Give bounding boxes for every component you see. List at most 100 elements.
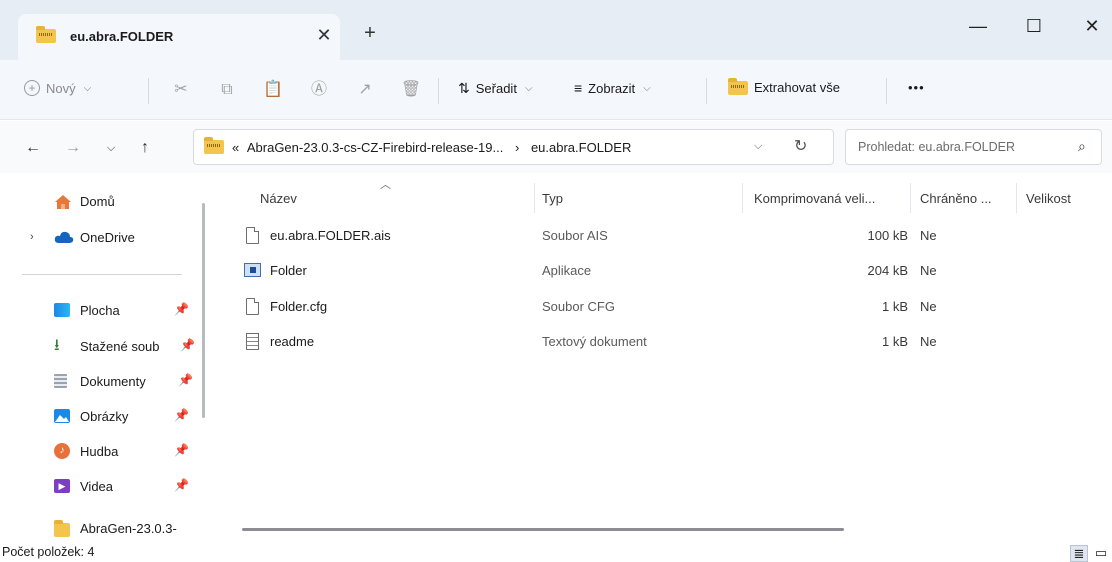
- breadcrumb-parent[interactable]: AbraGen-23.0.3-cs-CZ-Firebird-release-19…: [247, 140, 503, 155]
- pin-icon[interactable]: 📌: [174, 478, 189, 492]
- toolbar-divider: [706, 78, 707, 104]
- pin-icon[interactable]: 📌: [180, 338, 195, 352]
- sidebar-item-downloads[interactable]: ⭳ Stažené soub 📌: [0, 331, 200, 361]
- file-type: Aplikace: [542, 263, 592, 278]
- refresh-icon[interactable]: ↻: [794, 136, 807, 156]
- view-button[interactable]: ≡ Zobrazit ⌵: [574, 80, 651, 96]
- file-protected: Ne: [920, 263, 937, 278]
- file-protected: Ne: [920, 334, 937, 349]
- sort-button-label: Seřadit: [475, 81, 517, 96]
- download-icon: ⭳: [54, 337, 60, 354]
- sidebar-item-home[interactable]: Domů: [0, 186, 200, 216]
- column-header-size[interactable]: Velikost: [1026, 191, 1071, 206]
- status-bar: Počet položek: 4 ≣ ▭: [0, 545, 1112, 562]
- generic-file-icon: [246, 227, 259, 244]
- pin-icon[interactable]: 📌: [178, 373, 193, 387]
- pin-icon[interactable]: 📌: [174, 408, 189, 422]
- file-row[interactable]: Folder Aplikace 204 kB Ne: [232, 254, 1102, 288]
- column-divider[interactable]: [910, 183, 911, 213]
- address-dropdown-icon[interactable]: ⌵: [754, 140, 762, 153]
- minimize-button[interactable]: —: [958, 10, 998, 42]
- breadcrumb-current[interactable]: eu.abra.FOLDER: [531, 140, 631, 155]
- sidebar-item-abragen-folder[interactable]: AbraGen-23.0.3-: [0, 513, 200, 543]
- pin-icon[interactable]: 📌: [174, 443, 189, 457]
- sidebar-item-pictures[interactable]: Obrázky 📌: [0, 401, 200, 431]
- search-icon[interactable]: ⌕: [1078, 138, 1086, 155]
- sidebar-divider: [22, 274, 182, 275]
- file-protected: Ne: [920, 228, 937, 243]
- close-window-button[interactable]: ✕: [1072, 10, 1112, 42]
- plus-circle-icon: +: [24, 80, 40, 96]
- toolbar-divider: [148, 78, 149, 104]
- delete-icon[interactable]: 🗑: [400, 79, 422, 101]
- file-compressed-size: 100 kB: [867, 228, 908, 243]
- file-name: Folder: [270, 263, 307, 278]
- horizontal-scrollbar[interactable]: [242, 528, 844, 531]
- back-arrow-icon[interactable]: ←: [22, 137, 44, 159]
- file-compressed-size: 204 kB: [867, 263, 908, 278]
- recent-locations-chevron-icon[interactable]: ⌵: [100, 137, 122, 159]
- file-type: Soubor AIS: [542, 228, 608, 243]
- folder-icon: [54, 520, 70, 537]
- file-row[interactable]: readme Textový dokument 1 kB Ne: [232, 325, 1102, 359]
- tab-close-button[interactable]: ✕: [314, 25, 334, 46]
- view-button-label: Zobrazit: [588, 80, 636, 96]
- sidebar-item-videos[interactable]: ▶ Videa 📌: [0, 471, 200, 501]
- video-icon: ▶: [54, 479, 70, 493]
- column-divider[interactable]: [534, 183, 535, 213]
- file-protected: Ne: [920, 299, 937, 314]
- file-row[interactable]: Folder.cfg Soubor CFG 1 kB Ne: [232, 290, 1102, 324]
- expand-chevron-icon[interactable]: ›: [30, 231, 34, 243]
- text-document-icon: [246, 333, 259, 350]
- extract-all-button[interactable]: Extrahovat vše: [728, 77, 840, 95]
- music-icon: ♪: [54, 443, 70, 459]
- breadcrumb-separator: ›: [514, 140, 520, 155]
- tiles-view-icon[interactable]: ▭: [1092, 545, 1110, 562]
- chevron-down-icon: ⌵: [524, 83, 533, 94]
- breadcrumb-overflow[interactable]: «: [232, 140, 239, 155]
- forward-arrow-icon[interactable]: →: [62, 137, 84, 159]
- share-icon[interactable]: ↗: [354, 79, 376, 101]
- paste-icon[interactable]: 📋: [262, 79, 284, 101]
- file-compressed-size: 1 kB: [881, 299, 908, 314]
- tab-eu-abra-folder[interactable]: eu.abra.FOLDER ✕: [18, 14, 340, 60]
- up-arrow-icon[interactable]: ↑: [134, 137, 156, 159]
- column-header-protected[interactable]: Chráněno ...: [920, 191, 992, 206]
- new-button[interactable]: + Nový ⌵: [24, 80, 91, 96]
- sort-button[interactable]: ⇅ Seřadit ⌵: [458, 80, 533, 97]
- column-header-name[interactable]: Název: [260, 191, 297, 206]
- sidebar-item-label: AbraGen-23.0.3-: [80, 521, 177, 536]
- column-divider[interactable]: [742, 183, 743, 213]
- file-name: eu.abra.FOLDER.ais: [270, 228, 391, 243]
- copy-icon[interactable]: ⧉: [216, 79, 238, 101]
- maximize-button[interactable]: ☐: [1014, 10, 1054, 42]
- file-type: Textový dokument: [542, 334, 647, 349]
- details-view-icon[interactable]: ≣: [1070, 545, 1088, 562]
- sort-icon: ⇅: [458, 80, 470, 96]
- address-bar[interactable]: « AbraGen-23.0.3-cs-CZ-Firebird-release-…: [193, 129, 834, 165]
- sidebar-item-music[interactable]: ♪ Hudba 📌: [0, 436, 200, 466]
- chevron-down-icon: ⌵: [83, 82, 92, 94]
- sidebar-item-desktop[interactable]: Plocha 📌: [0, 295, 200, 325]
- file-row[interactable]: eu.abra.FOLDER.ais Soubor AIS 100 kB Ne: [232, 219, 1102, 253]
- cut-icon[interactable]: ✂: [170, 79, 192, 101]
- chevron-down-icon: ⌵: [643, 82, 651, 94]
- view-lines-icon: ≡: [574, 80, 583, 96]
- sidebar-item-documents[interactable]: Dokumenty 📌: [0, 366, 200, 396]
- sidebar-scrollbar[interactable]: [202, 203, 205, 418]
- column-divider[interactable]: [1016, 183, 1017, 213]
- column-header-compressed-size[interactable]: Komprimovaná veli...: [754, 191, 875, 206]
- column-header-type[interactable]: Typ: [542, 191, 563, 206]
- cloud-icon: [54, 230, 74, 244]
- sidebar-item-onedrive[interactable]: › OneDrive: [0, 222, 200, 252]
- pin-icon[interactable]: 📌: [174, 302, 189, 316]
- home-icon: [54, 194, 71, 209]
- more-options-button[interactable]: •••: [908, 80, 925, 95]
- tab-title: eu.abra.FOLDER: [70, 29, 174, 44]
- document-icon: [54, 374, 67, 388]
- rename-icon[interactable]: Ⓐ: [308, 79, 330, 101]
- sidebar-item-label: Videa: [80, 479, 114, 494]
- search-input[interactable]: Prohledat: eu.abra.FOLDER ⌕: [845, 129, 1102, 165]
- new-tab-button[interactable]: +: [360, 22, 380, 45]
- title-bar: eu.abra.FOLDER ✕ + — ☐ ✕: [0, 0, 1112, 60]
